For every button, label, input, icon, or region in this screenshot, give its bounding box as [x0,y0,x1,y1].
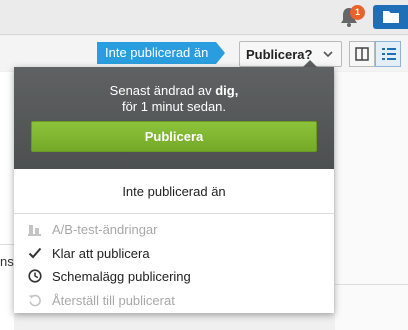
last-changed-time: för 1 minut sedan. [121,99,227,114]
menu-item-label: A/B-test-ändringar [52,222,158,237]
menu-item-label: Klar att publicera [52,246,150,261]
last-changed-user: dig, [215,83,239,98]
checkmark-icon [28,247,42,259]
clock-icon [28,269,42,283]
divider [335,284,408,285]
background-text: nst [0,254,14,269]
chevron-down-icon [323,51,333,58]
menu-item-label: Återställ till publicerat [52,293,175,308]
content-area-left [0,72,14,330]
split-view-button[interactable] [349,41,375,67]
menu-item-label: Schemalägg publicering [52,269,191,284]
popover-status: Inte publicerad än [122,184,226,199]
publish-popover: Senast ändrad av dig, för 1 minut sedan.… [14,67,334,313]
revert-icon [28,294,41,307]
last-changed-info: Senast ändrad av dig, [14,83,334,98]
menu-item-ready-to-publish[interactable]: Klar att publicera [14,242,334,265]
menu-item-ab-test[interactable]: A/B-test-ändringar [14,218,334,241]
list-view-icon [382,48,396,60]
ab-test-icon [28,225,41,236]
list-view-button[interactable] [375,41,401,67]
notifications-button[interactable]: 1 [338,5,365,30]
popover-header: Senast ändrad av dig, för 1 minut sedan.… [14,67,334,169]
divider [0,244,14,245]
split-view-icon [355,47,369,61]
folder-icon [383,11,399,23]
menu-item-schedule[interactable]: Schemalägg publicering [14,265,334,288]
divider [14,213,334,214]
notification-badge: 1 [350,5,365,20]
publish-dropdown[interactable]: Publicera? [239,41,342,67]
publish-button[interactable]: Publicera [31,121,317,152]
content-area-right [335,72,408,330]
publish-status-tag: Inte publicerad än [97,42,226,64]
last-changed-prefix: Senast ändrad av [109,83,216,98]
folder-button[interactable] [373,5,408,29]
menu-item-revert[interactable]: Återställ till publicerat [14,289,334,312]
